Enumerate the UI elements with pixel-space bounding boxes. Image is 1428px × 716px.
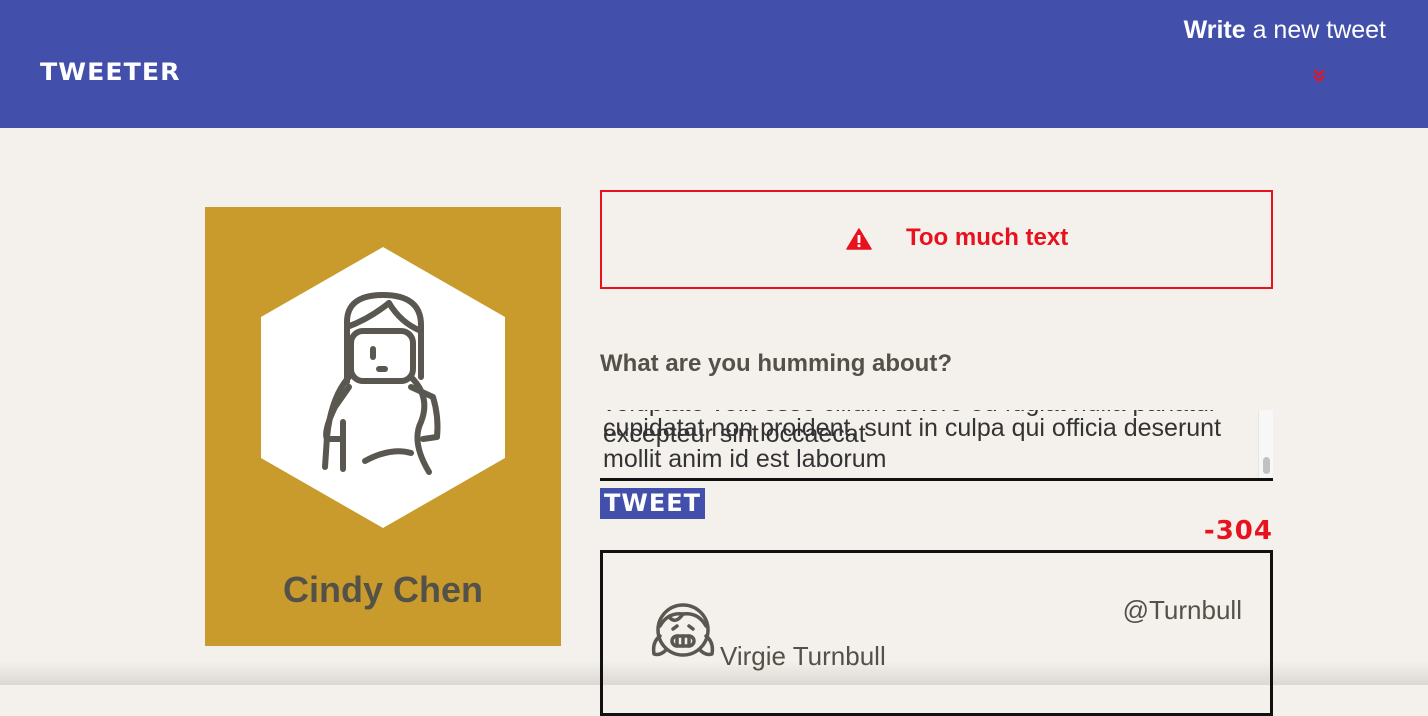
warning-icon — [846, 228, 872, 250]
tweet-author-handle: @Turnbull — [1122, 595, 1242, 625]
textarea-scrollbar[interactable] — [1258, 410, 1273, 478]
top-bar: TWEETER Write a new tweet — [0, 0, 1428, 128]
tweet-button[interactable]: TWEET — [600, 488, 705, 519]
error-message: Too much text — [906, 224, 1069, 251]
chevron-double-down-icon[interactable] — [1311, 68, 1327, 84]
tweet-author-name: Virgie Turnbull — [720, 641, 886, 671]
compose-prompt-label: What are you humming about? — [600, 350, 952, 377]
text-line: cupidatat non proident, sunt in culpa qu… — [603, 414, 1222, 442]
profile-card: Cindy Chen — [205, 207, 561, 646]
tweet-text-input[interactable]: voluptate velit esse cillum dolore eu fu… — [600, 410, 1273, 481]
profile-avatar — [261, 247, 505, 528]
tweet-card: Virgie Turnbull @Turnbull — [600, 550, 1273, 716]
brand-logo[interactable]: TWEETER — [40, 58, 181, 86]
error-banner: Too much text — [600, 190, 1273, 289]
profile-name: Cindy Chen — [282, 569, 483, 610]
write-new-tweet-toggle[interactable]: Write a new tweet — [1184, 16, 1386, 45]
compose-rest-text: a new tweet — [1245, 16, 1386, 44]
compose-bold-text: Write — [1183, 16, 1246, 44]
scrollbar-thumb[interactable] — [1263, 457, 1270, 474]
character-counter: -304 — [1203, 516, 1273, 546]
tweet-avatar — [651, 603, 715, 657]
text-line: mollit anim id est laborum — [603, 445, 887, 473]
